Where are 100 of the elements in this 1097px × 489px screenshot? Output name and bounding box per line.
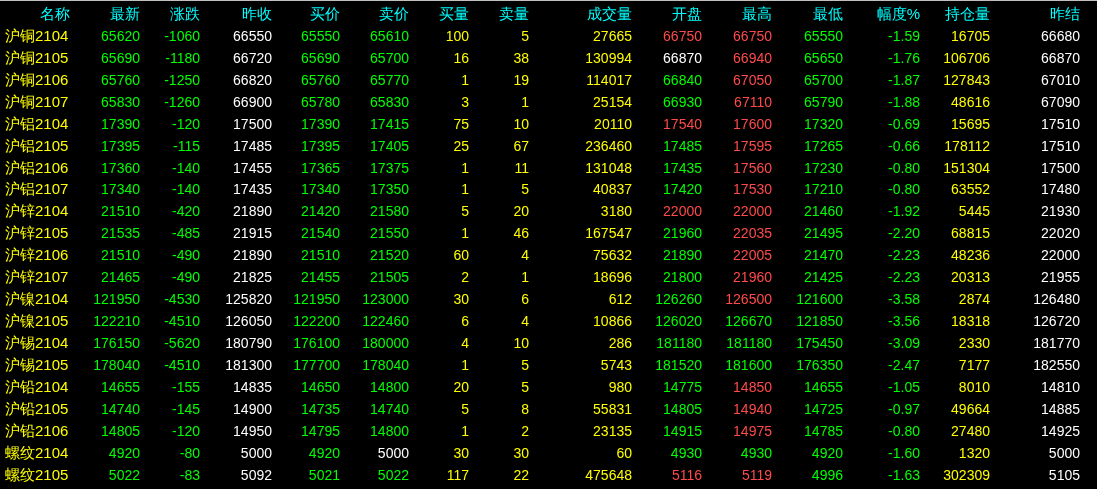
- table-cell-text: 114017: [585, 70, 632, 89]
- table-cell-text: 176100: [292, 334, 340, 353]
- table-cell-text: 1: [460, 355, 469, 374]
- table-cell-text: 16: [452, 48, 469, 67]
- table-cell-text: 21955: [1040, 268, 1080, 287]
- contract-name: 沪铜2106: [4, 70, 70, 89]
- table-cell-text: 1: [460, 421, 469, 440]
- table-cell-text: -1.05: [887, 377, 920, 396]
- table-cell-text: 21505: [369, 268, 409, 287]
- table-cell-text: 20313: [950, 268, 990, 287]
- table-cell-text: 14650: [300, 377, 340, 396]
- contract-name: 沪锌2107: [4, 268, 70, 287]
- table-cell-text: -0.80: [887, 421, 920, 440]
- table-cell-text: -490: [170, 268, 200, 287]
- column-header[interactable]: 开盘: [632, 4, 702, 23]
- table-cell-text: 21890: [232, 202, 272, 221]
- table-cell-text: -490: [170, 246, 200, 265]
- table-cell-text: -1180: [164, 48, 200, 67]
- table-cell-text: 3180: [599, 202, 632, 221]
- table-cell-text: 65550: [803, 26, 843, 45]
- table-cell-text: 180790: [224, 334, 272, 353]
- column-header[interactable]: 卖量: [469, 4, 529, 23]
- column-header[interactable]: 最高: [702, 4, 772, 23]
- table-cell-text: 14655: [100, 377, 140, 396]
- table-cell-text: 126670: [724, 312, 772, 331]
- table-cell-text: -2.23: [887, 268, 920, 287]
- table-cell-text: 22000: [732, 202, 772, 221]
- column-header[interactable]: 成交量: [529, 4, 632, 23]
- table-cell-text: 8010: [957, 377, 990, 396]
- table-cell-text: 17390: [100, 114, 140, 133]
- table-cell-text: -140: [170, 180, 200, 199]
- table-cell-text: 4: [520, 246, 529, 265]
- table-cell-text: 17530: [732, 180, 772, 199]
- column-header[interactable]: 昨收: [200, 4, 272, 23]
- column-header[interactable]: 幅度%: [843, 4, 920, 23]
- table-cell-text: 5: [520, 355, 529, 374]
- table-cell-text: 17510: [1040, 136, 1080, 155]
- table-cell-text: 178040: [92, 355, 140, 374]
- table-cell-text: 122200: [292, 312, 340, 331]
- table-cell-text: 30: [452, 443, 469, 462]
- column-header[interactable]: 买价: [272, 4, 340, 23]
- table-cell-text: 5119: [740, 465, 772, 484]
- table-cell-text: -155: [170, 377, 200, 396]
- column-header[interactable]: 持仓量: [920, 4, 990, 23]
- table-cell-text: -1.76: [887, 48, 920, 67]
- table-cell-text: 181180: [655, 334, 702, 353]
- column-header[interactable]: 最低: [772, 4, 843, 23]
- table-cell-text: 21535: [100, 224, 140, 243]
- table-cell-text: 14785: [803, 421, 843, 440]
- column-header[interactable]: 昨结: [990, 4, 1080, 23]
- column-header[interactable]: 涨跌: [140, 4, 200, 23]
- table-cell-text: 67010: [1040, 70, 1080, 89]
- table-cell-text: 22000: [662, 202, 702, 221]
- table-cell-text: 5021: [307, 465, 340, 484]
- contract-name: 螺纹2104: [4, 443, 70, 462]
- table-cell-text: 181300: [224, 355, 272, 374]
- table-cell-text: 65780: [300, 92, 340, 111]
- column-header[interactable]: 最新: [70, 4, 140, 23]
- table-cell-text: 66750: [662, 26, 702, 45]
- table-cell-text: -485: [170, 224, 200, 243]
- table-cell-text: 5: [460, 202, 469, 221]
- table-cell-text: 16705: [950, 26, 990, 45]
- table-cell-text: 21930: [1040, 202, 1080, 221]
- table-cell-text: 4930: [669, 443, 702, 462]
- table-cell-text: 117: [445, 465, 469, 484]
- table-cell-text: 14735: [300, 399, 340, 418]
- table-cell-text: 17365: [300, 158, 340, 177]
- table-cell-text: 66680: [1040, 26, 1080, 45]
- table-cell-text: 125820: [224, 290, 272, 309]
- column-header[interactable]: 买量: [409, 4, 469, 23]
- table-cell-text: 167547: [584, 224, 632, 243]
- column-header[interactable]: 卖价: [340, 4, 409, 23]
- table-cell-text: 14885: [1040, 399, 1080, 418]
- table-cell-text: 40837: [592, 180, 632, 199]
- table-cell-text: 475648: [584, 465, 632, 484]
- contract-name: 沪铝2105: [4, 136, 70, 155]
- table-cell-text: 6: [520, 290, 529, 309]
- table-cell-text: 17230: [803, 158, 843, 177]
- table-cell-text: 3: [460, 92, 469, 111]
- table-cell-text: 17560: [732, 158, 772, 177]
- table-cell-text: 5: [520, 180, 529, 199]
- table-cell-text: 66840: [662, 70, 702, 89]
- table-cell-text: 1: [520, 268, 529, 287]
- table-cell-text: 178112: [943, 136, 990, 155]
- table-cell-text: 21540: [300, 224, 340, 243]
- table-cell-text: 121600: [795, 290, 843, 309]
- table-cell-text: 17415: [369, 114, 409, 133]
- contract-name: 沪镍2104: [4, 290, 70, 309]
- table-cell-text: -1.63: [887, 465, 920, 484]
- table-cell-text: -0.69: [887, 114, 920, 133]
- table-cell-text: 66870: [662, 48, 702, 67]
- contract-name: 螺纹2105: [4, 465, 70, 484]
- column-header[interactable]: 名称: [0, 4, 70, 23]
- table-cell-text: 1: [460, 70, 469, 89]
- contract-name: 沪铝2107: [4, 180, 70, 199]
- table-cell-text: 14805: [100, 421, 140, 440]
- table-cell-text: 66940: [732, 48, 772, 67]
- table-cell-text: -1.87: [887, 70, 920, 89]
- table-cell-text: 21465: [100, 268, 140, 287]
- table-cell-text: -4510: [163, 355, 200, 374]
